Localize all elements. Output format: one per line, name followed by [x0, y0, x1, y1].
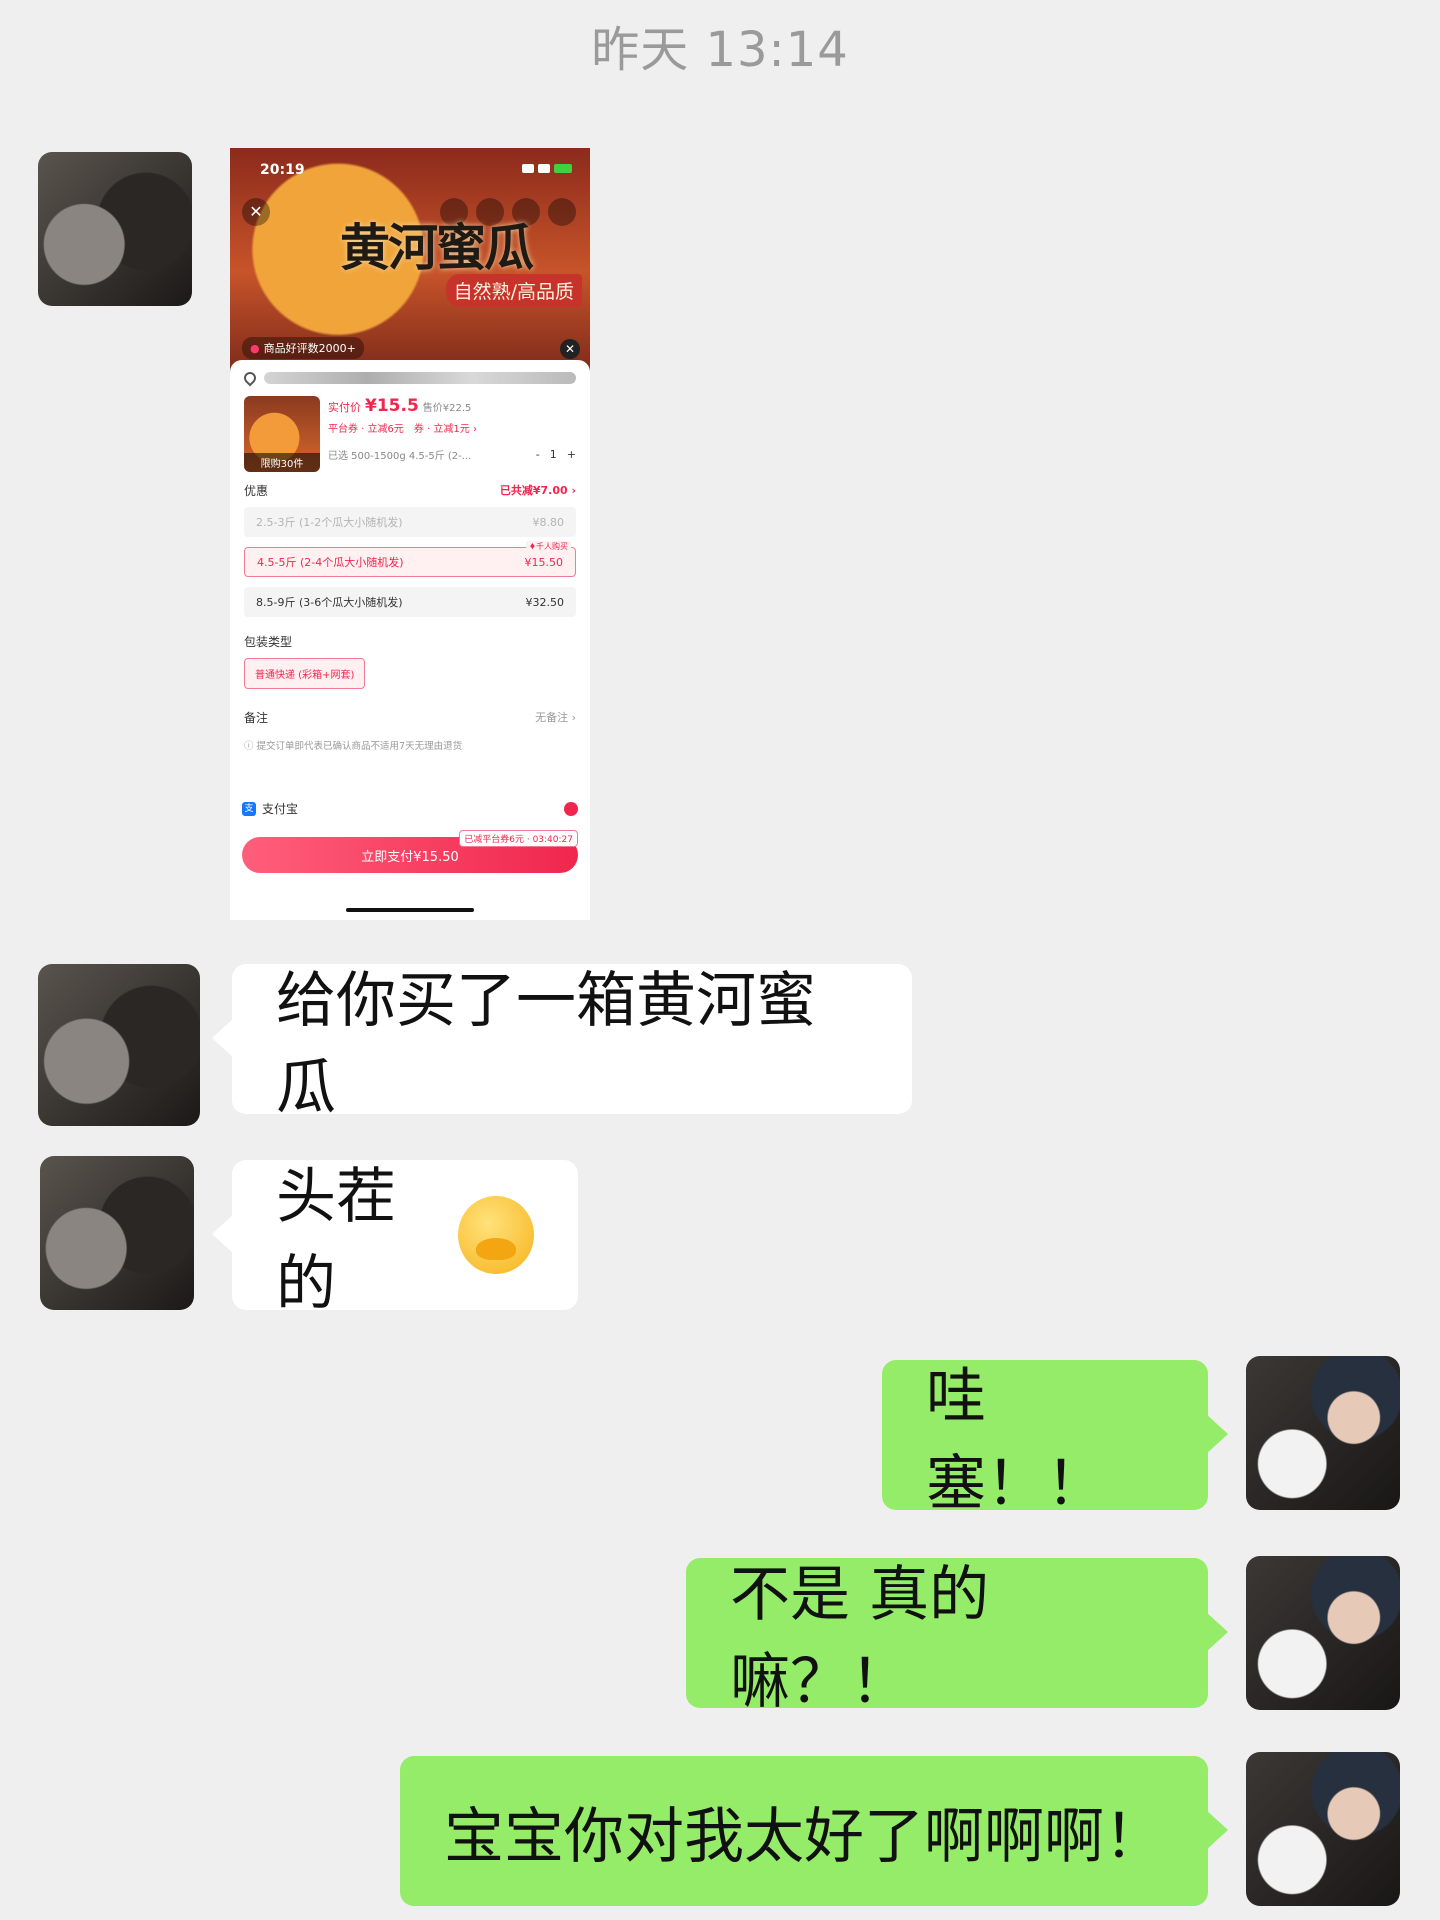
note-label: 备注 [244, 711, 269, 725]
my-avatar[interactable] [1246, 1556, 1400, 1710]
spec-price: ¥32.50 [525, 595, 565, 609]
contact-avatar[interactable] [40, 1156, 194, 1310]
spec-name: 4.5-5斤 (2-4个瓜大小随机发) [257, 556, 404, 569]
face-with-hand-over-mouth-icon [457, 1196, 534, 1274]
spec-option-selected: ♦千人购买 4.5-5斤 (2-4个瓜大小随机发) ¥15.50 [244, 541, 576, 577]
alipay-icon: 支 [242, 801, 256, 816]
spec-option: 8.5-9斤 (3-6个瓜大小随机发) ¥32.50 [244, 587, 576, 617]
status-time: 20:19 [260, 162, 305, 178]
timestamp: 昨天 13:14 [591, 22, 849, 78]
address-blurred [264, 372, 576, 384]
pay-price-value: ¥15.5 [365, 396, 419, 416]
message-text: 头茬的 [276, 1162, 396, 1319]
discount-total: 已共减¥7.00 › [499, 484, 576, 497]
purchase-limit: 限购30件 [244, 453, 320, 472]
product-hero-title: 黄河蜜瓜 [340, 218, 534, 277]
order-sheet: 限购30件 实付价 ¥15.5 售价¥22.5 平台券 · 立减6元 券 · 立减1… [230, 360, 590, 764]
more-icon [548, 198, 576, 226]
qty-plus: + [566, 448, 576, 461]
package-label: 包装类型 [244, 635, 293, 649]
payment-method-row: 支支付宝 [242, 800, 578, 817]
message-bubble-incoming[interactable]: 头茬的 [212, 1160, 578, 1319]
qty-minus: - [535, 448, 540, 461]
reviews-badge: 商品好评数2000+ [242, 337, 364, 359]
close-icon: ✕ [560, 339, 580, 359]
selected-spec-row: 已选 500-1500g 4.5-5斤 (2-... -1 + [328, 447, 576, 462]
payment-section: 支支付宝 已减平台券6元 · 03:40:27 立即支付¥15.50 [230, 800, 590, 873]
spec-price: ¥15.50 [524, 555, 564, 569]
contact-avatar[interactable] [38, 152, 192, 306]
battery-icon [554, 164, 572, 173]
location-pin-icon [241, 369, 259, 387]
close-icon: ✕ [242, 198, 270, 226]
discount-row: 优惠 已共减¥7.00 › [244, 482, 576, 499]
spec-badge: ♦千人购买 [525, 541, 571, 552]
spec-name: 2.5-3斤 (1-2个瓜大小随机发) [256, 516, 403, 529]
return-disclaimer: ⓘ 提交订单即代表已确认商品不适用7天无理由退货 [244, 741, 463, 752]
address-row [241, 369, 576, 387]
payment-method-label: 支付宝 [262, 802, 299, 816]
original-price: 售价¥22.5 [422, 403, 472, 414]
message-bubble-outgoing[interactable]: 哇塞！！ [882, 1360, 1228, 1519]
message-text: 不是 真的嘛？！ [730, 1560, 990, 1717]
product-info: 实付价 ¥15.5 售价¥22.5 平台券 · 立减6元 券 · 立减1元 › 已选… [328, 396, 576, 472]
message-bubble-incoming[interactable]: 给你买了一箱黄河蜜瓜 [212, 964, 912, 1123]
message-text: 给你买了一箱黄河蜜瓜 [276, 966, 816, 1123]
my-avatar[interactable] [1246, 1356, 1400, 1510]
check-icon [564, 801, 578, 816]
spec-name: 8.5-9斤 (3-6个瓜大小随机发) [256, 596, 403, 609]
message-bubble-outgoing[interactable]: 不是 真的嘛？！ [686, 1558, 1228, 1717]
my-avatar[interactable] [1246, 1752, 1400, 1906]
product-summary: 限购30件 实付价 ¥15.5 售价¥22.5 平台券 · 立减6元 券 · 立减1… [244, 396, 576, 472]
coupon-line: 平台券 · 立减6元 券 · 立减1元 › [328, 424, 477, 435]
signal-icon [522, 164, 534, 173]
home-indicator [346, 908, 474, 912]
product-thumbnail: 限购30件 [244, 396, 320, 472]
product-hero-banner: 20:19 ✕ 黄河蜜瓜 自然熟/高品质 商品好评数2000+ ✕ [230, 148, 590, 373]
status-icons [522, 164, 572, 173]
selected-spec: 已选 500-1500g 4.5-5斤 (2-... [328, 451, 472, 462]
note-row: 备注 无备注 › [244, 709, 576, 726]
quantity-stepper: -1 + [536, 448, 576, 461]
contact-avatar[interactable] [38, 964, 200, 1126]
shared-screenshot-image[interactable]: 20:19 ✕ 黄河蜜瓜 自然熟/高品质 商品好评数2000+ ✕ 限购30件 … [230, 148, 590, 920]
spec-price: ¥8.80 [532, 515, 565, 529]
quantity-value: 1 [549, 448, 557, 461]
wifi-icon [538, 164, 550, 173]
message-text: 哇塞！！ [926, 1362, 1106, 1519]
spec-option: 2.5-3斤 (1-2个瓜大小随机发) ¥8.80 [244, 507, 576, 537]
product-hero-subtitle: 自然熟/高品质 [445, 274, 582, 307]
package-option: 普通快递 (彩箱+网套) [244, 658, 366, 689]
payment-method: 支支付宝 [242, 800, 298, 817]
message-text: 宝宝你对我太好了啊啊啊！ [444, 1801, 1164, 1872]
price-line: 实付价 ¥15.5 售价¥22.5 [328, 396, 576, 416]
message-bubble-outgoing[interactable]: 宝宝你对我太好了啊啊啊！ [400, 1756, 1228, 1906]
pay-discount-tag: 已减平台券6元 · 03:40:27 [459, 830, 578, 847]
note-value: 无备注 › [535, 711, 576, 724]
discount-label: 优惠 [244, 484, 269, 498]
pay-price-label: 实付价 [328, 401, 361, 414]
